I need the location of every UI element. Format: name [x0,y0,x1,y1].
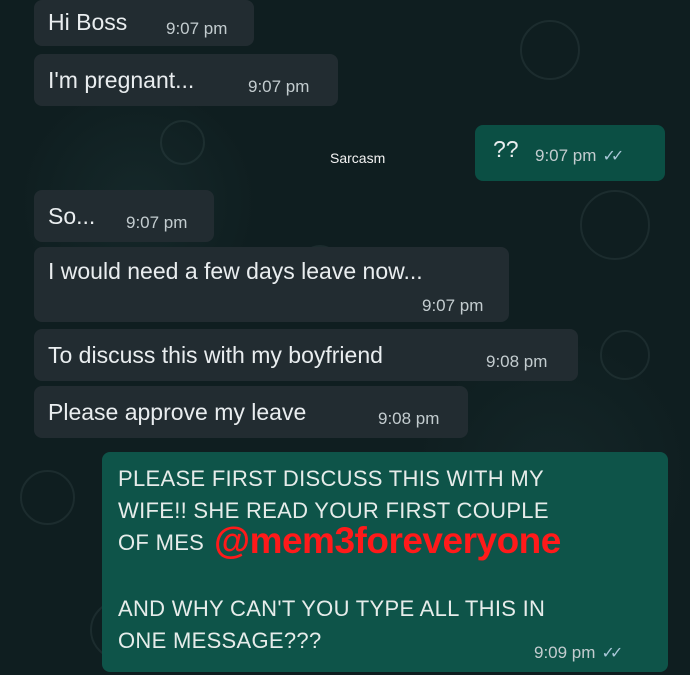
read-receipt-icon: ✓✓ [601,645,623,662]
message-time: 9:09 pm ✓✓ [534,642,623,664]
message-text: ?? [493,136,519,162]
background-doodle [20,470,75,525]
message-time: 9:07 pm [248,77,310,96]
read-receipt-icon: ✓✓ [602,148,624,165]
chat-area: Hi Boss 9:07 pm I'm pregnant... 9:07 pm … [0,0,690,675]
message-text: To discuss this with my boyfriend [48,342,383,368]
message-bubble[interactable]: So... 9:07 pm [34,190,214,242]
background-doodle [580,190,650,260]
message-text: Hi Boss [48,9,128,35]
message-text: I would need a few days leave now... [48,258,423,284]
message-time: 9:07 pm [166,19,228,38]
message-line: PLEASE FIRST DISCUSS THIS WITH MY [118,466,544,491]
message-time: 9:07 pm ✓✓ [535,145,624,167]
message-bubble[interactable]: To discuss this with my boyfriend 9:08 p… [34,329,578,381]
message-line: ONE MESSAGE??? [118,628,322,653]
message-bubble[interactable]: Hi Boss 9:07 pm [34,0,254,46]
message-bubble[interactable]: I'm pregnant... 9:07 pm [34,54,338,106]
center-label: Sarcasm [330,150,386,166]
message-bubble[interactable]: Please approve my leave 9:08 pm [34,386,468,438]
message-bubble[interactable]: PLEASE FIRST DISCUSS THIS WITH MY WIFE!!… [102,452,668,672]
message-time: 9:08 pm [486,352,548,371]
message-text: Please approve my leave [48,399,307,425]
message-line: AND WHY CAN'T YOU TYPE ALL THIS IN [118,596,546,621]
message-time: 9:07 pm [422,296,484,315]
message-bubble[interactable]: I would need a few days leave now... 9:0… [34,247,509,322]
message-time: 9:08 pm [378,409,440,428]
message-text: I'm pregnant... [48,67,195,93]
background-doodle [160,120,205,165]
message-time-value: 9:07 pm [535,146,597,165]
background-doodle [600,330,650,380]
watermark-text: @mem3foreveryone [214,520,561,561]
message-bubble[interactable]: ?? 9:07 pm ✓✓ [475,125,665,181]
message-text: So... [48,203,96,229]
message-time-value: 9:09 pm [534,643,596,662]
message-time: 9:07 pm [126,213,188,232]
background-doodle [520,20,580,80]
message-line: OF MES [118,530,205,555]
